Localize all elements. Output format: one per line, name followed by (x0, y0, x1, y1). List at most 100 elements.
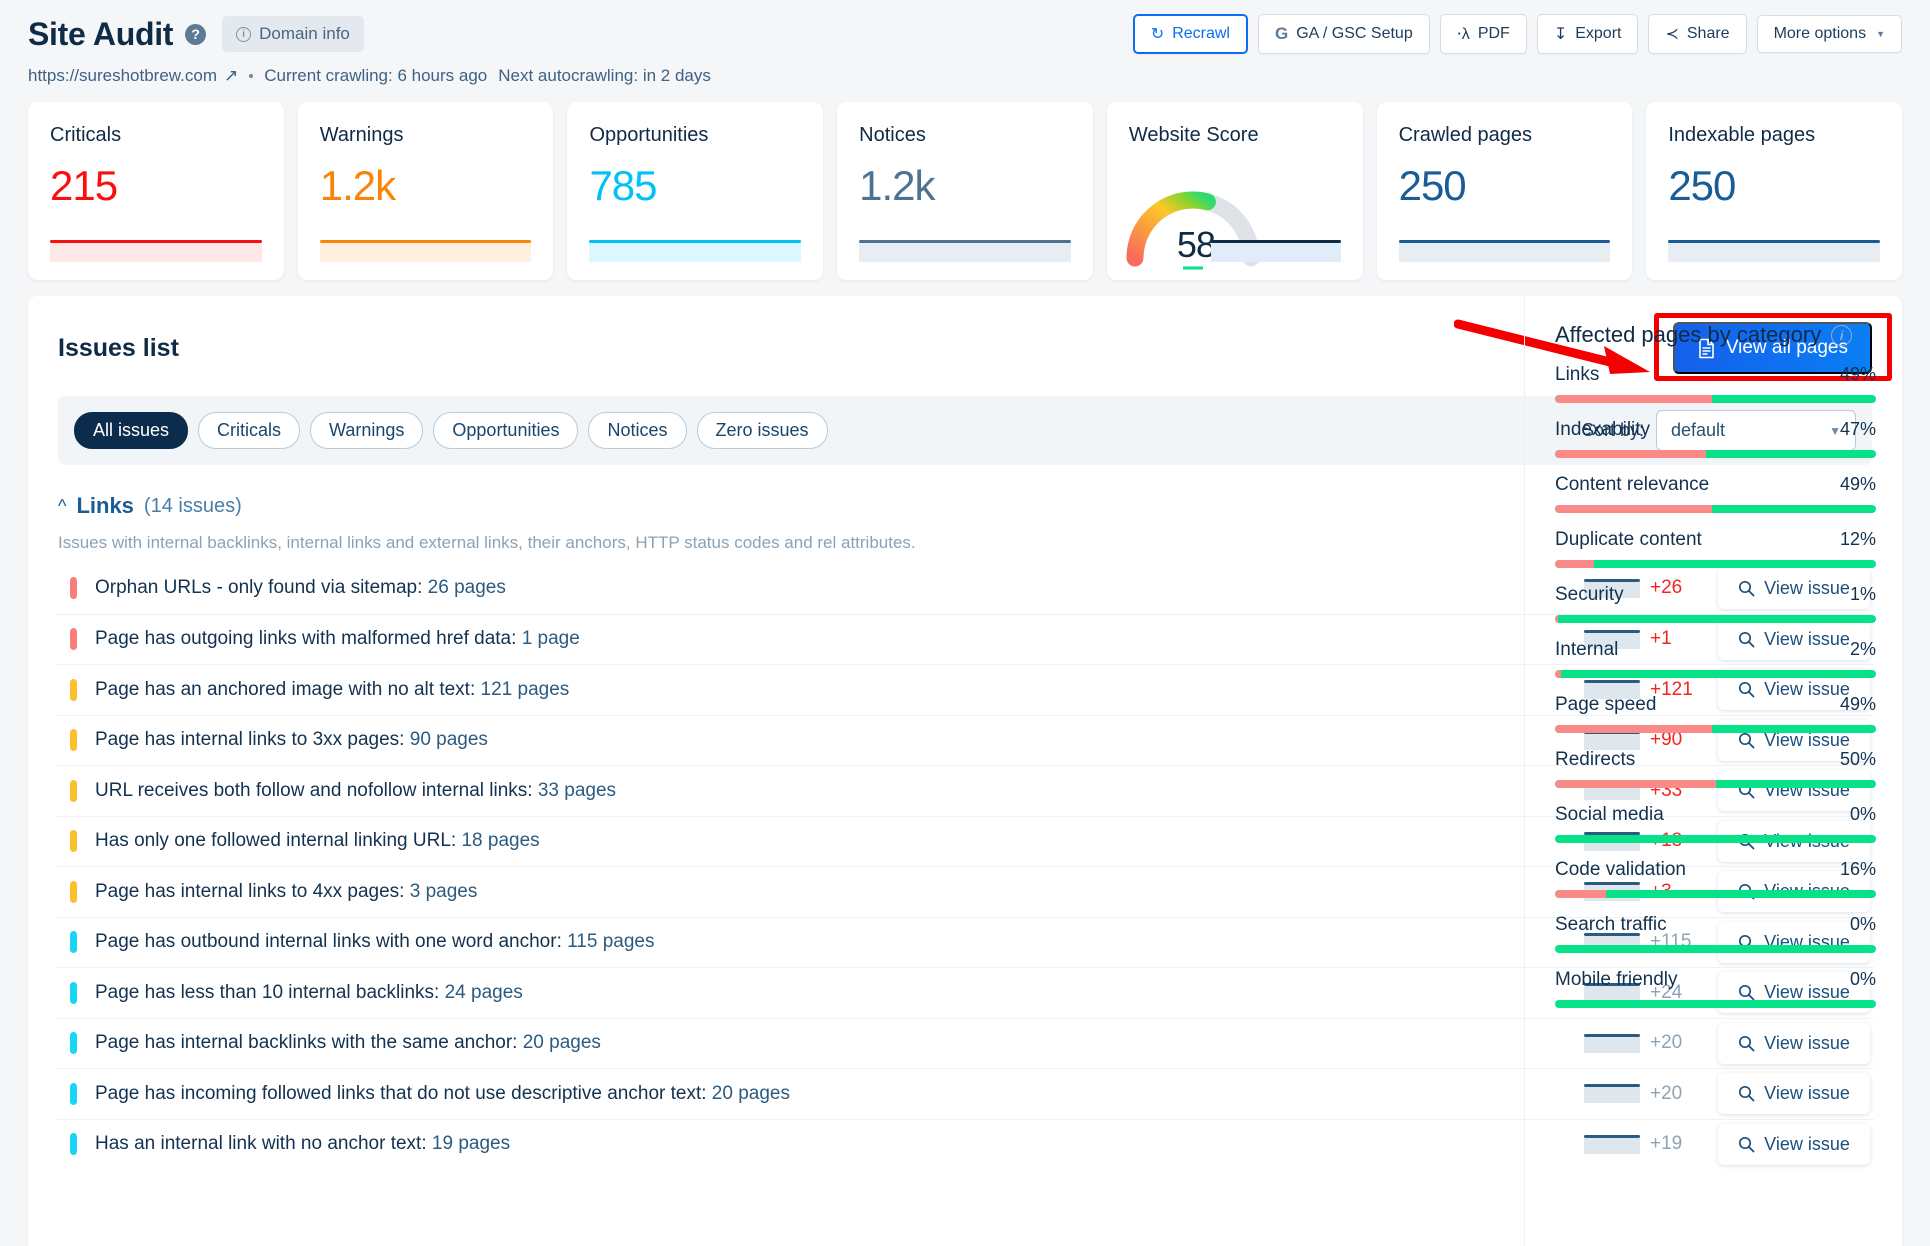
metric-card-label: Opportunities (589, 124, 709, 146)
affected-category-bar (1555, 450, 1876, 458)
metric-card-warnings[interactable]: Warnings 1.2k (297, 102, 554, 280)
affected-category-percent: 49% (1839, 474, 1876, 494)
issue-page-count: 24 pages (444, 981, 523, 1003)
filter-chip-criticals[interactable]: Criticals (198, 412, 301, 449)
affected-category-item: Duplicate content 12% (1555, 529, 1876, 568)
affected-category-bar (1555, 945, 1876, 953)
export-button[interactable]: ↧ Export (1536, 14, 1639, 54)
question-mark-icon[interactable]: ? (185, 23, 207, 45)
site-audit-page: Site Audit ? i Domain info ↻ Recrawl G G… (0, 0, 1930, 1246)
affected-category-bar (1555, 615, 1876, 623)
affected-category-percent: 0% (1849, 914, 1876, 934)
affected-category-percent: 47% (1839, 419, 1876, 439)
metric-cards: Criticals 215 Warnings 1.2k Opportunities 785… (0, 88, 1930, 280)
affected-category-percent: 0% (1849, 804, 1876, 824)
pdf-icon: ⋅λ (1456, 26, 1470, 43)
issue-page-count: 19 pages (431, 1133, 511, 1155)
affected-category-percent: 49% (1839, 364, 1876, 384)
affected-category-bar (1555, 395, 1876, 403)
filter-chip-group: All issues Criticals Warnings Opportunities… (74, 412, 828, 449)
metric-card-value: 785 (589, 162, 657, 209)
severity-marker (70, 729, 77, 752)
severity-marker (70, 577, 77, 600)
metric-card-criticals[interactable]: Criticals 215 (28, 102, 284, 280)
share-button[interactable]: ≺ Share (1648, 14, 1747, 54)
more-options-button[interactable]: More options ▼ (1756, 15, 1902, 53)
issue-title: Page has less than 10 internal backlinks… (95, 981, 523, 1003)
chevron-down-icon: ▼ (1876, 29, 1885, 39)
filter-chip-all-issues[interactable]: All issues (74, 412, 189, 449)
ga-gsc-setup-button[interactable]: G GA / GSC Setup (1257, 14, 1430, 54)
share-icon: ≺ (1665, 26, 1679, 43)
metric-card-label: Crawled pages (1398, 124, 1533, 146)
metric-card-label: Website Score (1128, 124, 1259, 146)
affected-category-bar (1555, 505, 1876, 513)
pdf-button[interactable]: ⋅λ PDF (1439, 14, 1527, 54)
affected-category-item: Content relevance 49% (1555, 474, 1876, 513)
chevron-up-icon: ^ (58, 495, 67, 516)
severity-marker (70, 678, 77, 701)
affected-category-item: Code validation 16% (1555, 859, 1876, 898)
refresh-icon: ↻ (1150, 26, 1165, 43)
issue-title: Has an internal link with no anchor text… (95, 1133, 511, 1155)
metric-card-sparkline (1398, 240, 1611, 262)
next-autocrawling-status: Next autocrawling: in 2 days (498, 66, 711, 85)
affected-category-name: Internal (1555, 639, 1619, 660)
issue-page-count: 115 pages (567, 931, 655, 953)
filter-chip-notices[interactable]: Notices (588, 412, 687, 449)
issue-title: Page has outgoing links with malformed h… (95, 628, 580, 650)
recrawl-button[interactable]: ↻ Recrawl (1132, 14, 1248, 54)
domain-info-label: Domain info (259, 24, 350, 43)
issue-page-count: 18 pages (461, 830, 540, 852)
metric-card-value: 1.2k (859, 162, 935, 209)
affected-category-percent: 1% (1849, 584, 1876, 604)
affected-category-percent: 0% (1849, 969, 1876, 989)
affected-category-bar (1555, 780, 1876, 788)
affected-category-bar (1555, 670, 1876, 678)
page-title: Site Audit (28, 15, 174, 52)
domain-info-button[interactable]: i Domain info (222, 16, 364, 52)
affected-category-percent: 2% (1849, 639, 1876, 659)
affected-category-item: Security 1% (1555, 584, 1876, 623)
issue-title: Page has internal links to 3xx pages: 90… (95, 729, 488, 751)
separator-dot (249, 74, 254, 78)
affected-category-name: Social media (1555, 804, 1664, 825)
header-top-row: Site Audit ? i Domain info ↻ Recrawl G G… (28, 14, 1902, 54)
filter-chip-warnings[interactable]: Warnings (310, 412, 424, 449)
info-icon[interactable]: i (1831, 324, 1853, 346)
severity-marker (70, 931, 77, 954)
page-header: Site Audit ? i Domain info ↻ Recrawl G G… (0, 0, 1930, 88)
download-icon: ↧ (1553, 26, 1568, 43)
affected-category-name: Duplicate content (1555, 529, 1702, 550)
metric-card-crawled-pages[interactable]: Crawled pages 250 (1376, 102, 1633, 280)
pdf-label: PDF (1477, 25, 1510, 42)
affected-category-name: Security (1555, 584, 1624, 605)
affected-category-name: Content relevance (1555, 474, 1710, 495)
affected-pages-panel: Affected pages by category i Links 49% Ind… (1524, 296, 1902, 1246)
severity-marker (70, 830, 77, 853)
affected-category-percent: 49% (1839, 694, 1876, 714)
affected-category-percent: 16% (1839, 859, 1876, 879)
filter-chip-opportunities[interactable]: Opportunities (433, 412, 579, 449)
site-url-link[interactable]: https://sureshotbrew.com ↗ (28, 66, 238, 86)
affected-category-name: Mobile friendly (1555, 969, 1678, 990)
metric-card-value: 215 (50, 162, 118, 209)
external-link-icon: ↗ (223, 66, 239, 85)
metric-card-notices[interactable]: Notices 1.2k (837, 102, 1093, 280)
affected-category-name: Indexability (1555, 419, 1651, 440)
metric-card-indexable-pages[interactable]: Indexable pages 250 (1646, 102, 1903, 280)
issue-title: Page has internal links to 4xx pages: 3 … (95, 880, 478, 902)
issues-panel: Issues list View all pages All issues Cri… (28, 296, 1902, 1246)
metric-card-sparkline (319, 240, 532, 262)
metric-card-opportunities[interactable]: Opportunities 785 (567, 102, 824, 280)
affected-category-name: Code validation (1555, 859, 1686, 880)
metric-card-value: 1.2k (319, 162, 396, 209)
more-options-label: More options (1773, 25, 1867, 42)
affected-category-item: Indexability 47% (1555, 419, 1876, 458)
affected-category-name: Links (1555, 364, 1600, 385)
issue-page-count: 26 pages (427, 577, 506, 599)
issue-page-count: 33 pages (537, 779, 617, 801)
export-label: Export (1575, 25, 1622, 42)
metric-card-website-score[interactable]: Website Score 58 (1106, 102, 1363, 280)
filter-chip-zero-issues[interactable]: Zero issues (696, 412, 828, 449)
